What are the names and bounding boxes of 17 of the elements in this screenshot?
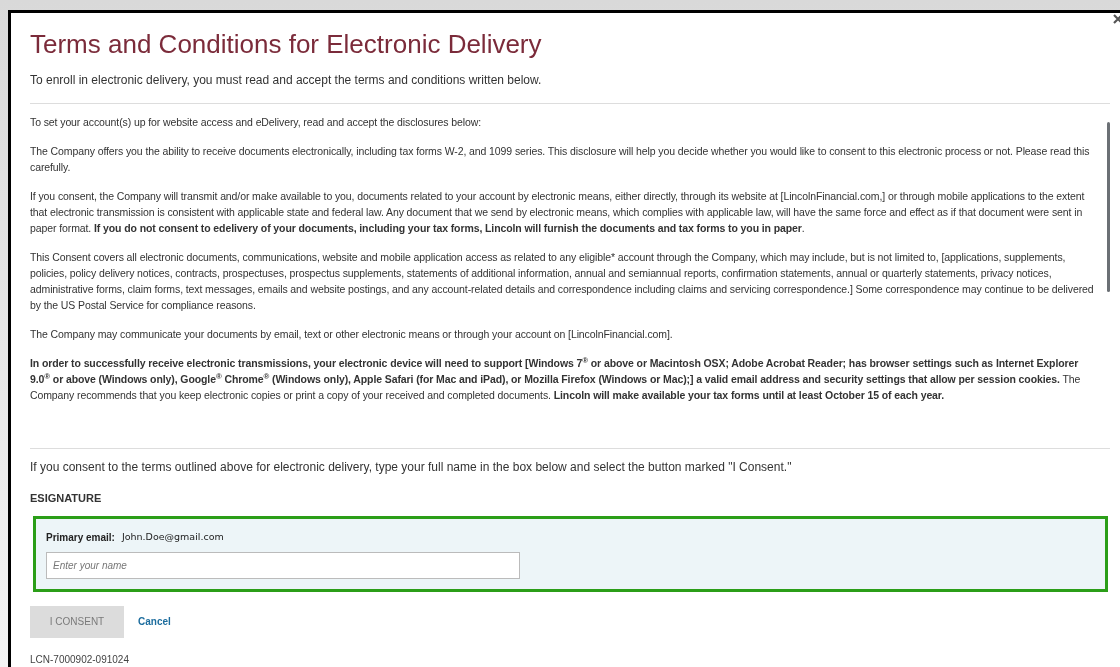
disclosure-paragraph: The Company may communicate your documents by email, text or other electronic means or through your account on [LincolnFinancial.com]. bbox=[30, 327, 674, 342]
dialog-title: Terms and Conditions for Electronic Delivery bbox=[30, 28, 543, 61]
close-icon[interactable] bbox=[1112, 13, 1120, 25]
name-field[interactable]: Enter your name bbox=[46, 551, 520, 579]
cancel-link[interactable]: Cancel bbox=[138, 614, 171, 629]
scrollbar[interactable] bbox=[1107, 122, 1110, 292]
disclosure-paragraph: To set your account(s) up for website access and eDelivery, read and accept the disclosures below: bbox=[30, 115, 483, 130]
disclosure-paragraph: If you consent, the Company will transmit and/or make available to you, documents related to your account by electronic means, either directly, through its website at [LincolnFinancial.com,] or through mobile applications to the extent that electronic transmission is consistent with applicable state and federal law. Any document that we send by electronic means, which complies with applicable law, will have the same force and effect as if that document were sent in paper format. If you do not consent to edelivery of your documents, including your tax forms, Lincoln will furnish the documents and tax forms to you in paper. bbox=[30, 189, 1086, 236]
footer-code: LCN-7000902-091024 bbox=[30, 652, 130, 667]
email-label: Primary email: bbox=[46, 530, 115, 545]
disclosure-paragraph: The Company offers you the ability to receive documents electronically, including tax forms W-2, and 1099 series. This disclosure will help you decide whether you would like to consent to this electronic process or not. Please read this carefully. bbox=[30, 144, 1091, 175]
disclosure-paragraph: This Consent covers all electronic documents, communications, website and mobile application access as related to any eligible* account through the Company, which may include, but is not limited to, [applications, supplements, policies, policy delivery notices, contracts, prospectuses, prospectus supplements, statements of additional information, annual and semiannual reports, confirmation statements, annual or quarterly statements, privacy notices, administrative forms, claim forms, text messages, emails and website postings, and any account-related details and correspondence including claims and servicing correspondence.] Some correspondence may continue to be delivered by the US Postal Service for compliance reasons. bbox=[30, 250, 1095, 313]
esignature-heading: ESIGNATURE bbox=[30, 491, 103, 506]
email-value: John.Doe@gmail.com bbox=[121, 529, 224, 544]
consent-instruction: If you consent to the terms outlined above for electronic delivery, type your full name in the box below and select the button marked "I Consent." bbox=[30, 459, 793, 476]
dialog-subtitle: To enroll in electronic delivery, you must read and accept the terms and conditions written below. bbox=[30, 72, 543, 89]
disclosure-paragraph: In order to successfully receive electronic transmissions, your electronic device will need to support [Windows 7$^{®}$ or above or Macintosh OSX; Adobe Acrobat Reader; has browser settings such as Internet Explorer 9.0$^{®}$ or above (Windows only), Google$^{®}$ Chrome$^{®}$ (Windows only), Apple Safari (for Mac and iPad), or Mozilla Firefox (Windows or Mac);] a valid email address and security settings that allow per session cookies. The Company recommends that you keep electronic copies or print a copy of your received and completed documents. Lincoln will make available your tax forms until at least October 15 of each year. bbox=[30, 355, 1082, 403]
